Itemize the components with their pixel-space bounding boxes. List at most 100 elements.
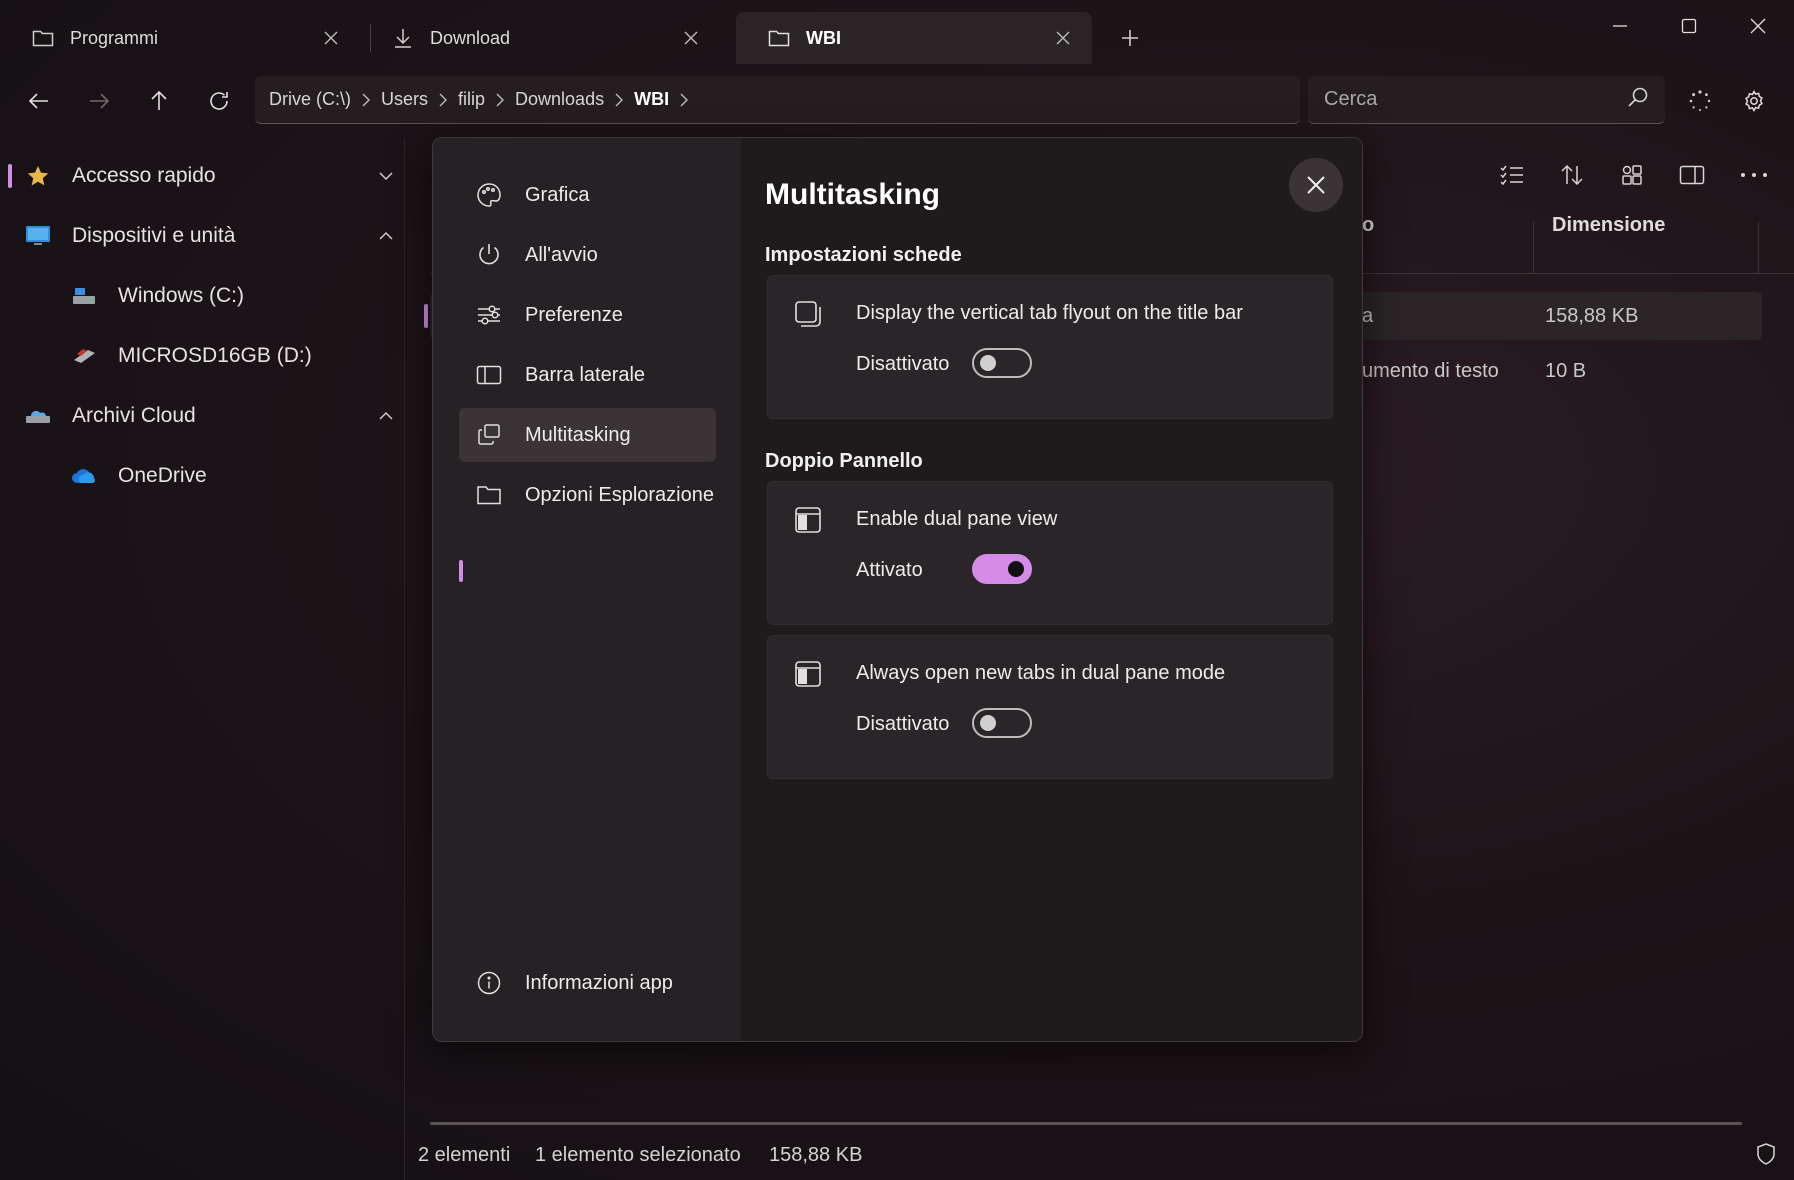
settings-nav-selection-accent [459, 560, 463, 582]
cell-type: umento di testo [1362, 360, 1499, 382]
info-icon [475, 969, 503, 997]
folder-icon [30, 25, 56, 51]
onedrive-icon [70, 462, 98, 490]
settings-nav-opzioni-esplorazione[interactable]: Opzioni Esplorazione [459, 468, 716, 522]
tab-download[interactable]: Download [360, 12, 720, 64]
dual-pane-icon [794, 506, 822, 534]
chevron-right-icon [491, 93, 509, 107]
search-icon[interactable] [1627, 86, 1649, 114]
settings-nav-barra-laterale[interactable]: Barra laterale [459, 348, 716, 402]
sidebar-selection-accent [8, 164, 12, 188]
section-title-tabs: Impostazioni schede [765, 244, 962, 266]
close-icon[interactable] [680, 27, 702, 49]
toggle-knob [980, 715, 996, 731]
settings-nav-label: Informazioni app [525, 971, 673, 994]
monitor-icon [24, 222, 52, 250]
chevron-right-icon [675, 93, 693, 107]
breadcrumb-wbi[interactable]: WBI [628, 89, 675, 110]
close-icon[interactable] [320, 27, 342, 49]
settings-nav-label: Opzioni Esplorazione [525, 483, 714, 506]
open-tabs-dual-pane-toggle[interactable] [972, 708, 1032, 738]
drive-icon [70, 282, 98, 310]
download-icon [390, 25, 416, 51]
sidebar-item-windows-c[interactable]: Windows (C:) [70, 272, 414, 320]
group-icon[interactable] [1612, 155, 1652, 195]
search-input[interactable] [1324, 88, 1627, 111]
sidebar-item-accesso-rapido[interactable]: Accesso rapido [24, 152, 414, 200]
setting-state-label: Disattivato [856, 713, 950, 735]
settings-nav-informazioni-app[interactable]: Informazioni app [459, 956, 716, 1010]
tab-label: Programmi [70, 27, 159, 48]
sidebar-item-archivi-cloud[interactable]: Archivi Cloud [24, 392, 414, 440]
column-header-size[interactable]: Dimensione [1552, 214, 1665, 237]
chevron-up-icon[interactable] [374, 224, 398, 248]
chevron-right-icon [434, 93, 452, 107]
select-list-icon[interactable] [1492, 155, 1532, 195]
sidebar-item-microsd[interactable]: MICROSD16GB (D:) [70, 332, 414, 380]
setting-title: Display the vertical tab flyout on the t… [856, 302, 1243, 324]
toggle-knob [980, 355, 996, 371]
setting-card-vertical-tab-flyout: Display the vertical tab flyout on the t… [767, 275, 1333, 419]
files-app-window: Programmi Download WBI Drive (C:\) Users… [0, 0, 1794, 1180]
sidebar-item-label: Windows (C:) [118, 284, 245, 307]
setting-title: Always open new tabs in dual pane mode [856, 662, 1226, 684]
chevron-up-icon[interactable] [374, 404, 398, 428]
settings-nav-multitasking[interactable]: Multitasking [459, 408, 716, 462]
power-icon [475, 241, 503, 269]
settings-nav-avvio[interactable]: All'avvio [459, 228, 716, 282]
sidebar-item-onedrive[interactable]: OneDrive [70, 452, 414, 500]
tab-programmi[interactable]: Programmi [0, 12, 360, 64]
close-window-button[interactable] [1728, 6, 1788, 46]
new-tab-button[interactable] [1114, 22, 1146, 54]
folder-icon [766, 25, 792, 51]
search-box[interactable] [1308, 76, 1665, 124]
sidebar-item-label: Dispositivi e unità [72, 224, 236, 247]
chevron-right-icon [610, 93, 628, 107]
sidebar-item-label: MICROSD16GB (D:) [118, 344, 312, 367]
sidebar-item-dispositivi[interactable]: Dispositivi e unità [24, 212, 414, 260]
section-title-dual-pane: Doppio Pannello [765, 450, 923, 472]
more-options-icon[interactable] [1734, 155, 1774, 195]
sidebar-divider [404, 138, 405, 1180]
chevron-right-icon [357, 93, 375, 107]
status-selection: 1 elemento selezionato [535, 1144, 741, 1166]
star-icon [24, 162, 52, 190]
breadcrumb-filip[interactable]: filip [452, 89, 491, 110]
settings-gear-icon[interactable] [1734, 81, 1774, 121]
tab-wbi[interactable]: WBI [736, 12, 1092, 64]
settings-nav-label: Preferenze [525, 303, 623, 326]
forward-button[interactable] [78, 80, 120, 122]
refresh-button[interactable] [198, 80, 240, 122]
breadcrumb-downloads[interactable]: Downloads [509, 89, 610, 110]
up-button[interactable] [138, 80, 180, 122]
row-selection-accent [424, 304, 428, 328]
tabs-stack-icon [794, 300, 822, 328]
address-bar[interactable]: Drive (C:\) Users filip Downloads WBI [255, 76, 1300, 124]
settings-nav-grafica[interactable]: Grafica [459, 168, 716, 222]
horizontal-scrollbar[interactable] [430, 1122, 1742, 1125]
sidebar-item-label: OneDrive [118, 464, 207, 487]
back-button[interactable] [18, 80, 60, 122]
dual-pane-toggle[interactable] [972, 554, 1032, 584]
column-separator [1758, 222, 1759, 274]
settings-nav-label: Multitasking [525, 423, 631, 446]
column-header-type[interactable]: o [1362, 214, 1374, 237]
vertical-tab-flyout-toggle[interactable] [972, 348, 1032, 378]
maximize-button[interactable] [1659, 6, 1719, 46]
settings-nav-preferenze[interactable]: Preferenze [459, 288, 716, 342]
minimize-button[interactable] [1590, 6, 1650, 46]
settings-nav-label: Grafica [525, 183, 590, 206]
tab-bar: Programmi Download WBI [0, 0, 1794, 70]
setting-card-dual-pane: Enable dual pane view Attivato [767, 481, 1333, 625]
sort-icon[interactable] [1552, 155, 1592, 195]
close-icon[interactable] [1052, 27, 1074, 49]
tab-label: Download [430, 27, 511, 48]
breadcrumb-users[interactable]: Users [375, 89, 434, 110]
palette-icon [475, 181, 503, 209]
chevron-down-icon[interactable] [374, 164, 398, 188]
breadcrumb-drive[interactable]: Drive (C:\) [263, 89, 357, 110]
preview-pane-icon[interactable] [1672, 155, 1712, 195]
folder-icon [475, 481, 503, 509]
shield-icon[interactable] [1746, 1134, 1786, 1174]
close-dialog-button[interactable] [1289, 158, 1343, 212]
